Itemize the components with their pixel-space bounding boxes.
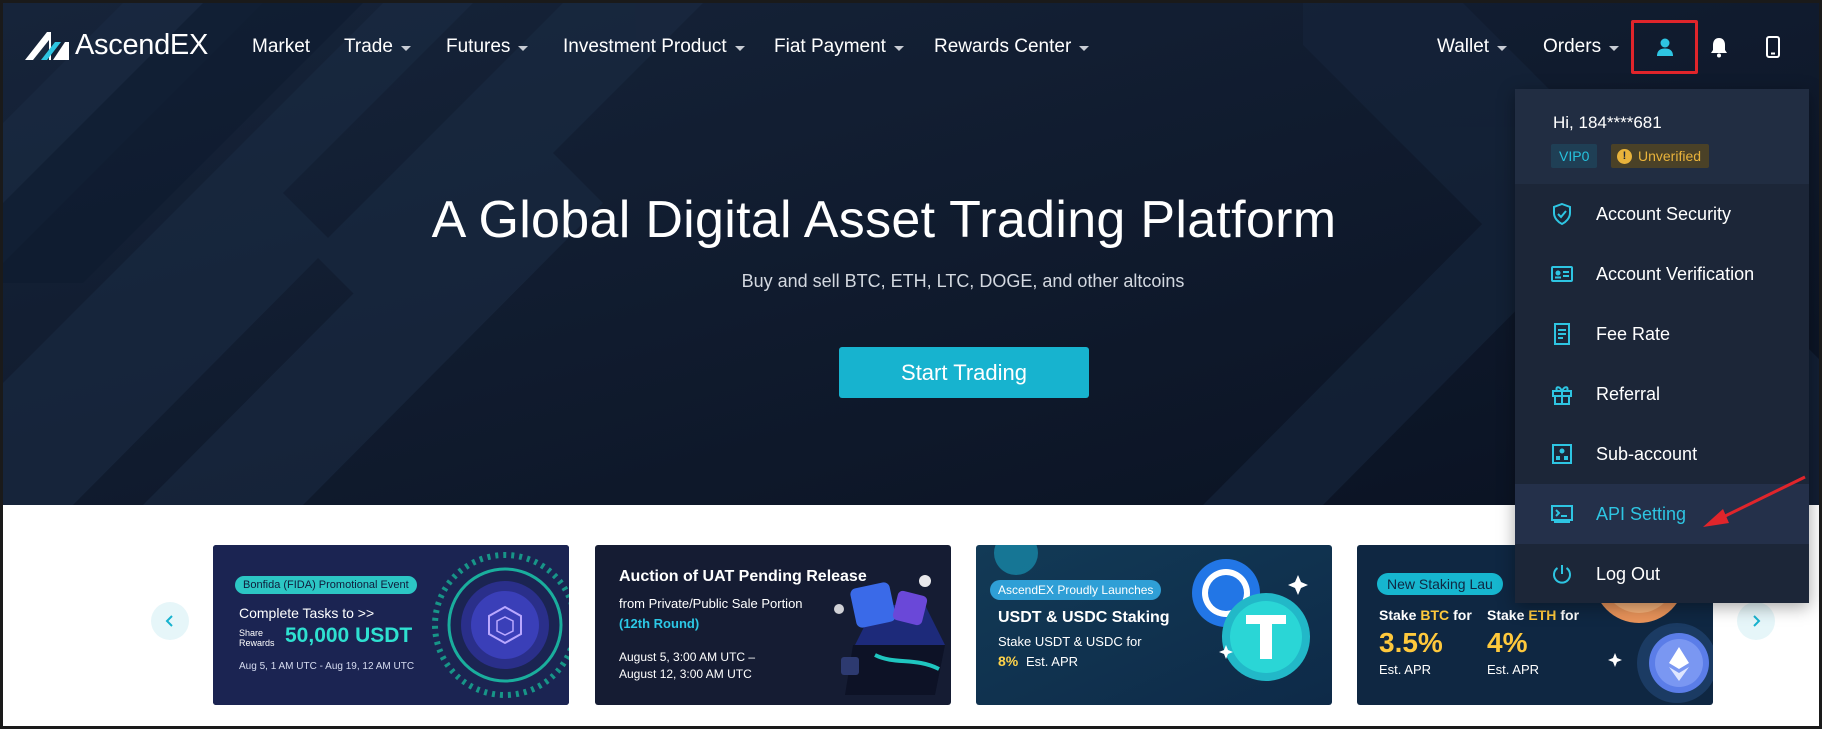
staking-tag: New Staking Lau (1377, 573, 1503, 595)
fida-rewards: Rewards (239, 638, 275, 648)
bell-icon (1711, 38, 1727, 58)
chevron-right-icon (1753, 615, 1761, 627)
fida-share: Share (239, 628, 264, 638)
chevron-down-icon (1497, 46, 1508, 51)
usdt-line1: Stake USDT & USDC for (998, 634, 1142, 649)
notifications-button[interactable] (1704, 31, 1734, 63)
nav-orders[interactable]: Orders (1543, 36, 1620, 58)
logo[interactable]: AscendEX (25, 27, 208, 63)
uat-line1: from Private/Public Sale Portion (619, 596, 803, 611)
receipt-icon (1551, 323, 1573, 345)
logo-mark-icon (25, 32, 69, 60)
menu-item-label: Log Out (1596, 563, 1661, 584)
btc-apr: Est. APR (1379, 662, 1432, 677)
stake-btc-suffix: for (1453, 607, 1472, 623)
chevron-left-icon (165, 615, 173, 627)
menu-item-account-security[interactable]: Account Security (1515, 184, 1809, 244)
top-navigation: AscendEX Market Trade Futures Investment… (3, 3, 1819, 89)
nav-rewards-center[interactable]: Rewards Center (934, 36, 1090, 58)
phone-icon (1766, 36, 1780, 58)
gift-icon (1551, 383, 1573, 405)
verification-status-text: Unverified (1638, 148, 1702, 164)
stake-eth-suffix: for (1560, 607, 1580, 623)
chevron-down-icon (734, 46, 745, 51)
nav-market-label: Market (252, 36, 311, 57)
menu-item-label: Sub-account (1596, 443, 1698, 464)
user-icon (1656, 38, 1673, 56)
warning-icon: ! (1617, 148, 1632, 164)
menu-item-label: Account Verification (1596, 263, 1755, 284)
eth-rate: 4% (1487, 627, 1528, 658)
hero-title-text: A Global Digital Asset Trading Platform (431, 191, 1337, 249)
uat-date1: August 5, 3:00 AM UTC – (619, 650, 756, 664)
uat-date2: August 12, 3:00 AM UTC (619, 667, 752, 681)
power-icon (1551, 563, 1573, 585)
nav-wallet[interactable]: Wallet (1437, 36, 1508, 58)
carousel-next-button[interactable] (1737, 602, 1775, 640)
promo-banner-uat[interactable]: Auction of UAT Pending Release from Priv… (595, 545, 951, 705)
nav-fiat-payment-label: Fiat Payment (774, 36, 886, 57)
nav-rewards-center-label: Rewards Center (934, 36, 1072, 57)
menu-item-referral[interactable]: Referral (1515, 364, 1809, 424)
promo-banner-fida[interactable]: Bonfida (FIDA) Promotional Event Complet… (213, 545, 569, 705)
chevron-down-icon (893, 46, 904, 51)
verification-status-badge[interactable]: ! Unverified (1611, 144, 1710, 168)
nav-futures[interactable]: Futures (446, 36, 529, 58)
usdt-rate: 8% (998, 653, 1019, 669)
page-frame: AscendEX Market Trade Futures Investment… (0, 0, 1822, 729)
stake-btc-prefix: Stake (1379, 607, 1417, 623)
mobile-app-button[interactable] (1758, 31, 1788, 63)
vip-badge: VIP0 (1551, 144, 1598, 168)
stake-btc-coin: BTC (1420, 607, 1450, 623)
promo-banner-usdt-staking[interactable]: AscendEX Proudly Launches USDT & USDC St… (976, 545, 1332, 705)
nav-orders-label: Orders (1543, 36, 1602, 57)
menu-item-log-out[interactable]: Log Out (1515, 544, 1809, 604)
menu-item-fee-rate[interactable]: Fee Rate (1515, 304, 1809, 364)
carousel-prev-button[interactable] (151, 602, 189, 640)
fida-line1: Complete Tasks to >> (239, 605, 375, 621)
nav-fiat-payment[interactable]: Fiat Payment (774, 36, 904, 58)
stake-eth-label: Stake ETH for (1487, 607, 1579, 623)
account-button[interactable] (1631, 20, 1698, 74)
chevron-down-icon (400, 46, 411, 51)
menu-item-label: API Setting (1596, 503, 1687, 524)
sub-account-icon (1551, 443, 1573, 465)
logo-text: AscendEX (75, 28, 209, 61)
stake-eth-coin: ETH (1528, 607, 1557, 623)
stake-eth-prefix: Stake (1487, 607, 1525, 623)
eth-apr: Est. APR (1487, 662, 1540, 677)
menu-item-account-verification[interactable]: Account Verification (1515, 244, 1809, 304)
chevron-down-icon (1609, 46, 1620, 51)
chevron-down-icon (1079, 46, 1090, 51)
menu-item-label: Account Security (1596, 203, 1732, 224)
nav-investment-product-label: Investment Product (563, 36, 727, 57)
usdt-title: USDT & USDC Staking (998, 609, 1170, 626)
fida-date: Aug 5, 1 AM UTC - Aug 19, 12 AM UTC (239, 661, 415, 672)
user-greeting: Hi, 184****681 (1553, 113, 1662, 132)
start-trading-button[interactable]: Start Trading (839, 347, 1089, 398)
usdt-rate-suffix: Est. APR (1026, 654, 1079, 669)
stake-btc-label: Stake BTC for (1379, 607, 1472, 623)
menu-item-label: Fee Rate (1596, 323, 1671, 344)
api-icon (1551, 503, 1573, 525)
nav-trade-label: Trade (344, 36, 393, 57)
uat-title: Auction of UAT Pending Release (619, 568, 867, 585)
uat-round: (12th Round) (619, 616, 700, 631)
fida-amount: 50,000 USDT (285, 624, 413, 647)
hero-subtitle: Buy and sell BTC, ETH, LTC, DOGE, and ot… (741, 271, 1185, 291)
id-card-icon (1551, 263, 1573, 285)
nav-investment-product[interactable]: Investment Product (563, 36, 745, 58)
annotation-arrow-icon (1703, 475, 1806, 527)
nav-trade[interactable]: Trade (344, 36, 411, 58)
usdt-tag: AscendEX Proudly Launches (990, 580, 1162, 600)
nav-wallet-label: Wallet (1437, 36, 1490, 57)
chevron-down-icon (518, 46, 529, 51)
menu-item-label: Referral (1596, 383, 1661, 404)
account-summary: Hi, 184****681 VIP0 ! Unverified (1515, 89, 1809, 184)
nav-futures-label: Futures (446, 36, 511, 57)
shield-icon (1551, 203, 1573, 225)
nav-market[interactable]: Market (252, 36, 310, 58)
fida-tag: Bonfida (FIDA) Promotional Event (235, 576, 417, 594)
btc-rate: 3.5% (1379, 627, 1443, 658)
